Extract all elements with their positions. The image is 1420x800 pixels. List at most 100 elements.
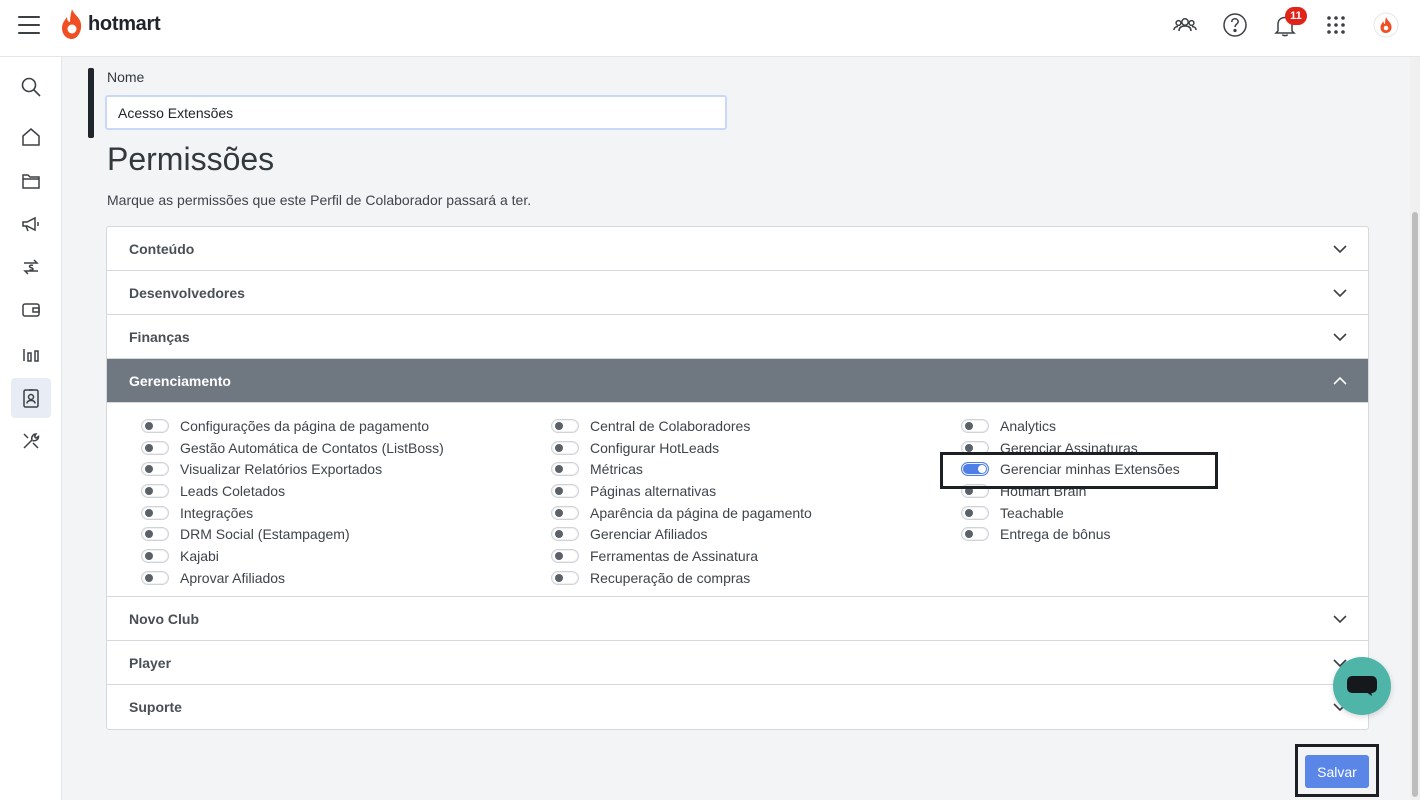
permission-toggle[interactable] [961, 418, 989, 433]
permission-item: Configurar HotLeads [551, 437, 812, 459]
permission-item: Analytics [961, 415, 1180, 437]
chevron-down-icon [1333, 289, 1347, 298]
permission-toggle[interactable] [141, 527, 169, 542]
section-label: Novo Club [129, 610, 199, 627]
wallet-icon[interactable] [11, 290, 51, 330]
permission-label: Analytics [1000, 417, 1057, 434]
permission-label: Configurar HotLeads [590, 439, 720, 456]
chevron-down-icon [1333, 615, 1347, 624]
section-label: Desenvolvedores [129, 284, 245, 301]
permission-label: Recuperação de compras [590, 569, 751, 586]
section-desenvolvedores[interactable]: Desenvolvedores [107, 271, 1368, 315]
permission-label: Aprovar Afiliados [180, 569, 286, 586]
permission-item: Leads Coletados [141, 480, 444, 502]
scrollbar-thumb[interactable] [1412, 212, 1418, 797]
permission-item: Integrações [141, 502, 444, 524]
permission-toggle[interactable] [141, 483, 169, 498]
apps-grid-icon[interactable] [1323, 12, 1349, 38]
permission-label: Aparência da página de pagamento [590, 504, 812, 521]
chevron-down-icon [1333, 333, 1347, 342]
permission-label: Kajabi [180, 547, 219, 564]
section-financas[interactable]: Finanças [107, 315, 1368, 359]
permission-label: Visualizar Relatórios Exportados [180, 461, 383, 478]
permission-item: Gestão Automática de Contatos (ListBoss) [141, 437, 444, 459]
permission-toggle[interactable] [551, 462, 579, 477]
money-transfer-icon[interactable] [11, 247, 51, 287]
permission-toggle[interactable] [141, 418, 169, 433]
permission-item: Ferramentas de Assinatura [551, 545, 812, 567]
permission-toggle[interactable] [551, 505, 579, 520]
permission-toggle[interactable] [551, 418, 579, 433]
permission-toggle[interactable] [551, 483, 579, 498]
profile-avatar-icon[interactable] [1373, 12, 1399, 38]
chevron-up-icon [1333, 376, 1347, 385]
collaborator-badge-icon[interactable] [11, 378, 51, 418]
save-button[interactable]: Salvar [1305, 755, 1369, 788]
permission-toggle[interactable] [551, 527, 579, 542]
permission-item: Teachable [961, 502, 1180, 524]
focus-indicator [88, 68, 94, 138]
help-icon[interactable] [1222, 12, 1248, 38]
permission-label: Métricas [590, 461, 643, 478]
permission-toggle[interactable] [141, 505, 169, 520]
profile-name-input[interactable] [105, 95, 727, 130]
permission-item: Visualizar Relatórios Exportados [141, 458, 444, 480]
permissions-column-2: Central de Colaboradores Configurar HotL… [551, 415, 812, 589]
chat-bubble-icon [1347, 676, 1377, 696]
permission-toggle[interactable] [141, 440, 169, 455]
permission-item: Páginas alternativas [551, 480, 812, 502]
section-label: Gerenciamento [129, 372, 231, 389]
permission-toggle[interactable] [551, 548, 579, 563]
sidebar [0, 57, 62, 800]
megaphone-icon[interactable] [11, 204, 51, 244]
chat-support-button[interactable] [1333, 657, 1391, 715]
folder-icon[interactable] [11, 161, 51, 201]
permissions-column-1: Configurações da página de pagamento Ges… [141, 415, 444, 589]
permission-label: Gerenciar Afiliados [590, 526, 708, 543]
hotmart-logo[interactable]: hotmart [60, 6, 161, 42]
scrollbar[interactable] [1410, 57, 1420, 800]
menu-icon[interactable] [18, 16, 40, 34]
section-label: Conteúdo [129, 240, 195, 257]
section-novo-club[interactable]: Novo Club [107, 597, 1368, 641]
permission-label: Teachable [1000, 504, 1064, 521]
permission-toggle[interactable] [961, 505, 989, 520]
permission-item: Kajabi [141, 545, 444, 567]
brand-name: hotmart [88, 12, 161, 35]
permission-label: Central de Colaboradores [590, 417, 751, 434]
permission-label: Gestão Automática de Contatos (ListBoss) [180, 439, 444, 456]
permission-item: Recuperação de compras [551, 567, 812, 589]
permission-toggle[interactable] [551, 570, 579, 585]
permission-item: Aparência da página de pagamento [551, 502, 812, 524]
permission-label: DRM Social (Estampagem) [180, 526, 350, 543]
permission-toggle[interactable] [141, 570, 169, 585]
section-label: Suporte [129, 699, 182, 715]
section-suporte[interactable]: Suporte [107, 685, 1368, 729]
name-field-label: Nome [107, 69, 145, 85]
permission-toggle[interactable] [141, 548, 169, 563]
annotation-highlight-box [940, 452, 1218, 489]
search-icon[interactable] [11, 67, 51, 107]
section-player[interactable]: Player [107, 641, 1368, 685]
permission-label: Configurações da página de pagamento [180, 417, 430, 434]
tools-icon[interactable] [11, 421, 51, 461]
section-gerenciamento[interactable]: Gerenciamento [107, 359, 1368, 403]
permission-label: Integrações [180, 504, 254, 521]
permission-item: Gerenciar Afiliados [551, 523, 812, 545]
flame-logo-icon [62, 9, 82, 39]
section-conteudo[interactable]: Conteúdo [107, 227, 1368, 271]
permission-item: Métricas [551, 458, 812, 480]
permission-label: Leads Coletados [180, 482, 286, 499]
permission-toggle[interactable] [141, 462, 169, 477]
permission-toggle[interactable] [551, 440, 579, 455]
home-icon[interactable] [11, 117, 51, 157]
section-label: Finanças [129, 328, 190, 345]
analytics-icon[interactable] [11, 334, 51, 374]
permission-label: Entrega de bônus [1000, 526, 1111, 543]
permission-item: Entrega de bônus [961, 523, 1180, 545]
notification-badge: 11 [1285, 7, 1307, 25]
gerenciamento-permissions: Configurações da página de pagamento Ges… [107, 403, 1368, 597]
permission-toggle[interactable] [961, 527, 989, 542]
users-icon[interactable] [1172, 12, 1198, 38]
permission-item: DRM Social (Estampagem) [141, 523, 444, 545]
